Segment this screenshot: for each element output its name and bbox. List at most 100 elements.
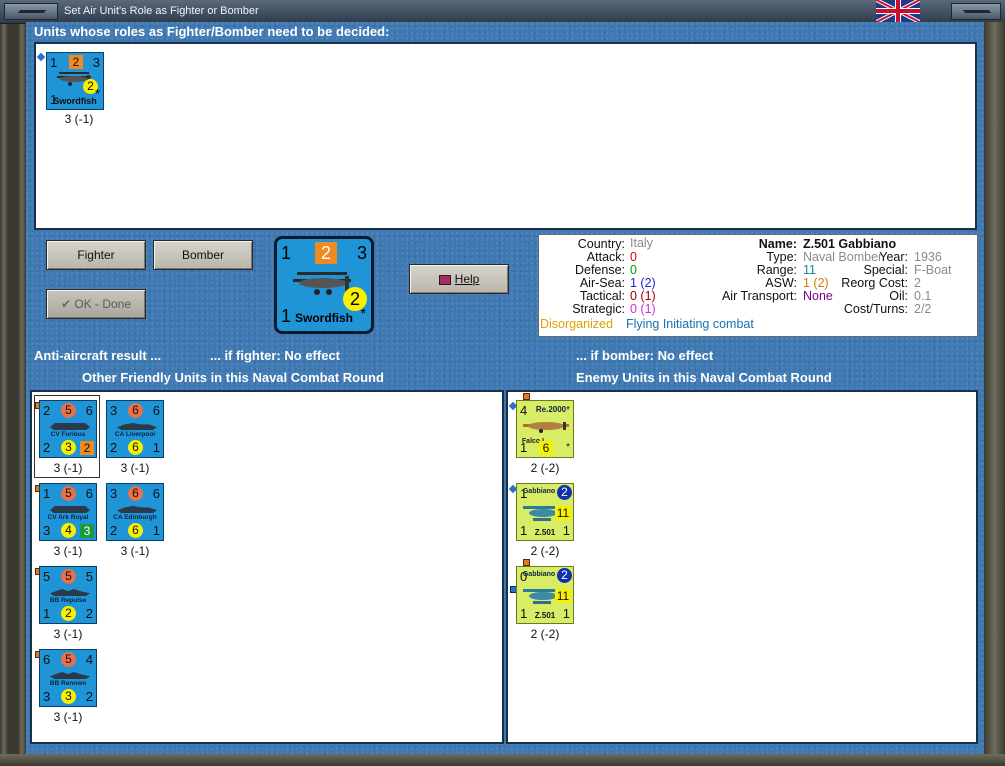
counter-value: 6	[152, 403, 160, 418]
reorg-value: 2	[914, 276, 921, 290]
special-value: F-Boat	[914, 263, 952, 277]
fighter-button[interactable]: Fighter	[46, 240, 146, 270]
counter-value: 2	[315, 242, 337, 264]
ship-silhouette-icon	[117, 506, 157, 513]
unit-strength: 3 (-1)	[53, 710, 83, 724]
window-menu-button[interactable]	[4, 3, 58, 20]
counter-value: 6	[128, 403, 143, 418]
airsea-label: Air-Sea:	[579, 276, 625, 290]
unit-strength: 3 (-1)	[120, 461, 150, 475]
counter-value: 2	[85, 689, 93, 704]
counter-value: 3	[43, 523, 51, 538]
counter-unit-name: Re.2000	[535, 405, 567, 414]
name-label: Name:	[758, 237, 797, 251]
counter-value: *	[360, 305, 366, 321]
friendly-unit-counter[interactable]: 2 5 6 CV Furious 2 3 2	[39, 400, 97, 458]
counter-value: 3	[43, 689, 51, 704]
attack-value: 0	[630, 250, 637, 264]
special-label: Special:	[863, 263, 908, 277]
window-close-button[interactable]	[951, 3, 1001, 20]
counter-value: 2	[69, 55, 83, 69]
counter-value: 6	[128, 523, 143, 538]
counter-value: 1	[281, 306, 292, 326]
counter-value: 6	[85, 486, 93, 501]
help-button[interactable]: Help	[409, 264, 509, 294]
name-value: Z.501 Gabbiano	[803, 237, 897, 251]
year-label: Year:	[879, 250, 908, 264]
counter-unit-name: CV Furious	[50, 431, 86, 438]
tactical-value: 0 (1)	[630, 289, 656, 303]
counter-value: 1	[562, 606, 570, 621]
counter-value: 2	[43, 440, 51, 455]
window-title: Set Air Unit's Role as Fighter or Bomber	[64, 5, 259, 17]
ok-done-button[interactable]: ✔ OK - Done	[46, 289, 146, 319]
counter-value: 4	[85, 652, 93, 667]
enemy-unit-counter[interactable]: 1 Gabbiano 2 11 1 Z.501 1	[516, 483, 574, 541]
counter-value: 1	[50, 55, 58, 70]
costturns-label: Cost/Turns:	[843, 302, 908, 316]
attack-label: Attack:	[586, 250, 625, 264]
bomber-button[interactable]: Bomber	[153, 240, 253, 270]
union-jack-flag-icon	[876, 0, 920, 22]
counter-value: 5	[61, 652, 76, 667]
friendly-unit-counter[interactable]: 3 6 6 CA Edinburgh 2 6 1	[106, 483, 164, 541]
ok-done-label: OK - Done	[74, 297, 132, 311]
counter-value: 6	[43, 652, 51, 667]
unit-strength: 3 (-1)	[64, 112, 94, 126]
undecided-heading: Units whose roles as Fighter/Bomber need…	[34, 24, 390, 39]
counter-value: 1	[562, 523, 570, 538]
counter-value: 2	[110, 440, 118, 455]
friendly-unit-counter[interactable]: 3 6 6 CA Liverpool 2 6 1	[106, 400, 164, 458]
help-label: Help	[454, 272, 480, 286]
ship-silhouette-icon	[117, 423, 157, 430]
reorg-label: Reorg Cost:	[841, 276, 908, 290]
enemy-heading: Enemy Units in this Naval Combat Round	[576, 370, 832, 385]
ship-silhouette-icon	[50, 589, 90, 596]
enemy-units-box: 4 Re.2000 * Falco I 1 6 * 2 (-2) 1 Gabbi…	[506, 390, 978, 744]
counter-unit-name: CV Ark Royal	[47, 514, 89, 521]
counter-value: 2	[110, 523, 118, 538]
counter-value: 3	[356, 243, 367, 263]
enemy-unit-counter[interactable]: 4 Re.2000 * Falco I 1 6 *	[516, 400, 574, 458]
range-value: 11	[803, 263, 816, 277]
ship-silhouette-icon	[50, 506, 90, 513]
type-label: Type:	[766, 250, 797, 264]
unit-strength: 3 (-1)	[53, 544, 83, 558]
counter-value: 5	[61, 403, 76, 418]
counter-value: *	[566, 442, 570, 453]
counter-value: *	[94, 86, 100, 101]
friendly-unit-counter[interactable]: 6 5 4 BB Renown 3 3 2	[39, 649, 97, 707]
counter-unit-name: BB Renown	[49, 680, 87, 687]
costturns-value: 2/2	[914, 302, 932, 316]
counter-value: 5	[43, 569, 51, 584]
counter-value: 5	[85, 569, 93, 584]
unit-marker-icon	[36, 52, 46, 62]
counter-value: 6	[152, 486, 160, 501]
counter-value: 1	[281, 243, 292, 263]
counter-value: 6	[85, 403, 93, 418]
enemy-unit-counter[interactable]: 0 Gabbiano 2 11 1 Z.501 1	[516, 566, 574, 624]
counter-value: 2	[557, 568, 572, 583]
selected-unit-counter: 1 2 3 2 1 Swordfish *	[274, 236, 374, 334]
swordfish-unit-counter[interactable]: 1 2 3 2 1 Swordfish *	[46, 52, 104, 110]
friendly-heading: Other Friendly Units in this Naval Comba…	[82, 370, 384, 385]
counter-value: 3	[80, 524, 94, 538]
aa-result-label: Anti-aircraft result ...	[34, 348, 162, 363]
friendly-unit-counter[interactable]: 1 5 6 CV Ark Royal 3 4 3	[39, 483, 97, 541]
counter-unit-name: Swordfish	[295, 311, 354, 325]
counter-value: 2	[61, 606, 76, 621]
fighter-plane-icon	[523, 422, 569, 433]
defense-label: Defense:	[574, 263, 625, 277]
counter-value: 5	[61, 486, 76, 501]
dialog-panel: Units whose roles as Fighter/Bomber need…	[26, 22, 984, 754]
status-flying: Flying Initiating combat	[626, 317, 754, 331]
friendly-unit-counter[interactable]: 5 5 5 BB Repulse 1 2 2	[39, 566, 97, 624]
range-label: Range:	[756, 263, 797, 277]
title-bar[interactable]: Set Air Unit's Role as Fighter or Bomber	[0, 0, 1005, 24]
counter-value: 1	[152, 523, 160, 538]
counter-value: 6	[128, 440, 143, 455]
counter-value: 2	[80, 441, 94, 455]
counter-unit-name: CA Liverpool	[114, 431, 156, 438]
airtransport-value: None	[803, 289, 833, 303]
oil-value: 0.1	[914, 289, 932, 303]
